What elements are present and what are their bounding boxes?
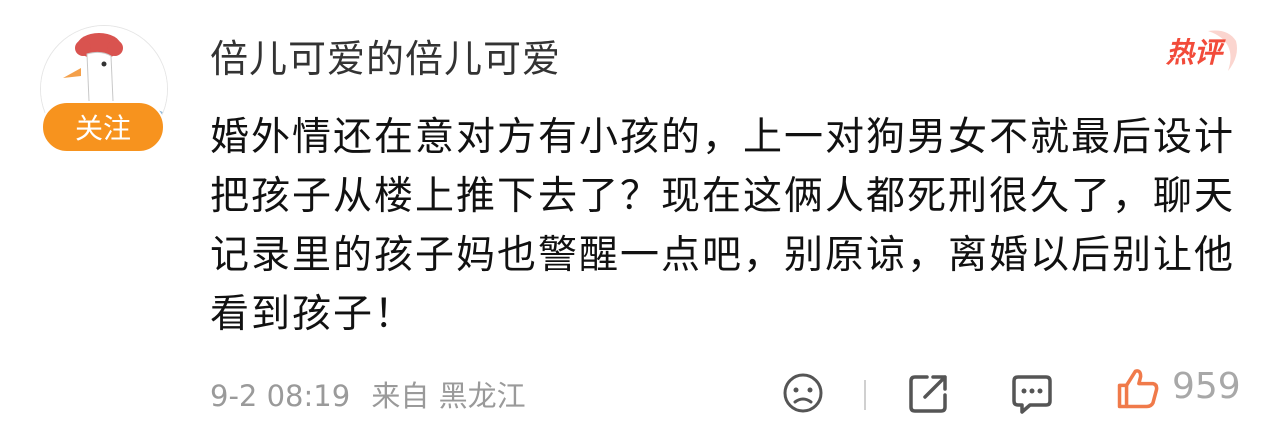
like-count: 959 <box>1172 366 1241 407</box>
like-button[interactable] <box>1116 366 1166 416</box>
divider <box>864 380 866 410</box>
hot-label: 热评 <box>1166 36 1223 69</box>
follow-button[interactable]: 关注 <box>41 101 165 153</box>
comment-button[interactable] <box>1010 371 1054 415</box>
face-icon <box>783 373 823 413</box>
share-icon <box>909 375 947 413</box>
comment-text: 婚外情还在意对方有小孩的，上一对狗男女不就最后设计把孩子从楼上推下去了？现在这俩… <box>210 115 1236 337</box>
hot-comment-badge: 热评 <box>1158 26 1243 76</box>
comment-date: 9-2 08:19 <box>210 379 351 413</box>
comment-location: 来自 黑龙江 <box>371 379 526 413</box>
thumbs-up-icon <box>1117 369 1159 409</box>
share-button[interactable] <box>907 371 951 415</box>
emoji-button[interactable] <box>781 371 825 415</box>
username[interactable]: 倍儿可爱的倍儿可爱 <box>210 28 561 83</box>
comment-icon <box>1012 375 1052 414</box>
comment-meta: 9-2 08:19 来自 黑龙江 <box>210 373 538 415</box>
